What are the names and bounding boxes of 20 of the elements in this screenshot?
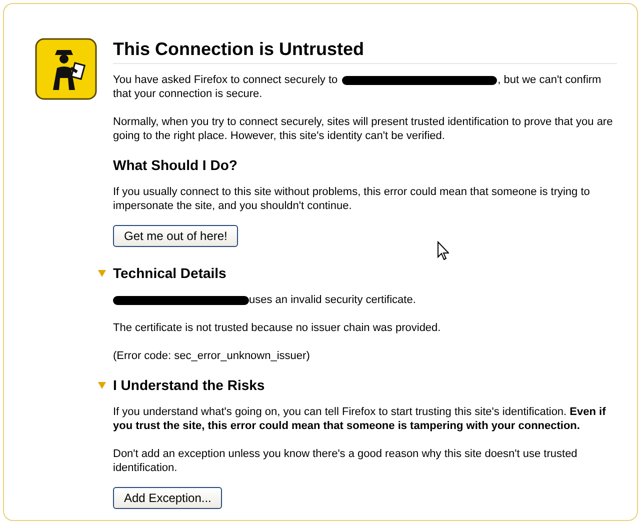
paragraph-text: , but we can't confirm	[498, 74, 602, 86]
section-heading[interactable]: I Understand the Risks	[113, 377, 265, 393]
paragraph: The certificate is not trusted because no issuer chain was provided.	[113, 321, 442, 335]
paragraph: Normally, when you try to connect securely, sites will present trusted identification to prove that you are going to the right place. However, this site's identity can't be verified.	[113, 115, 614, 143]
policeman-icon	[35, 38, 97, 100]
section-heading: What Should I Do?	[113, 157, 238, 173]
page-title: This Connection is Untrusted	[113, 38, 617, 64]
expander-icon[interactable]	[97, 380, 107, 390]
action-button[interactable]: Get me out of here!	[113, 225, 238, 247]
expander-icon[interactable]	[97, 268, 107, 278]
paragraph: Don't add an exception unless you know there's a good reason why this site doesn't use trusted identification.	[113, 447, 578, 475]
paragraph-text: uses an invalid security certificate.	[249, 294, 416, 306]
mouse-pointer-icon	[437, 241, 449, 261]
paragraph-text: that your connection is secure.	[113, 87, 262, 101]
paragraph-text: You have asked Firefox to connect securely to	[113, 74, 338, 86]
section-heading[interactable]: Technical Details	[113, 265, 226, 281]
paragraph: If you understand what's going on, you can tell Firefox to start trusting this site's identification. Even if you trust the site, this error could mean that someone is tampering with your connection.	[113, 405, 607, 433]
action-button[interactable]: Add Exception...	[113, 487, 222, 509]
paragraph: If you usually connect to this site without problems, this error could mean that someone is trying to impersonate the site, and you shouldn't continue.	[113, 185, 591, 213]
paragraph: (Error code: sec_error_unknown_issuer)	[113, 349, 311, 363]
